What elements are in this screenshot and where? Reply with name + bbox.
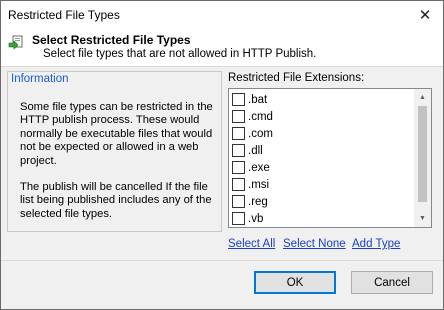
extension-label: .msi bbox=[248, 178, 270, 191]
scrollbar-thumb[interactable] bbox=[418, 106, 427, 202]
ok-button-label: OK bbox=[286, 276, 304, 289]
extension-label: .dll bbox=[248, 144, 263, 157]
select-none-link[interactable]: Select None bbox=[283, 238, 346, 250]
chevron-up-icon: ▲ bbox=[419, 94, 426, 101]
header-subtitle: Select file types that are not allowed i… bbox=[43, 48, 317, 60]
extension-checkbox[interactable] bbox=[232, 93, 245, 106]
close-icon: ✕ bbox=[418, 7, 432, 24]
scroll-down-button[interactable]: ▼ bbox=[414, 210, 431, 227]
ok-button[interactable]: OK bbox=[254, 271, 336, 294]
extension-item-cmd[interactable]: .cmd bbox=[232, 108, 412, 125]
information-paragraph-1: Some file types can be restricted in the… bbox=[20, 101, 213, 167]
extension-item-dll[interactable]: .dll bbox=[232, 142, 412, 159]
extension-label: .com bbox=[248, 127, 273, 140]
add-type-link[interactable]: Add Type bbox=[352, 238, 400, 250]
extension-checkbox[interactable] bbox=[232, 195, 245, 208]
window-title: Restricted File Types bbox=[8, 8, 120, 22]
extension-item-com[interactable]: .com bbox=[232, 125, 412, 142]
vertical-scrollbar[interactable]: ▲ ▼ bbox=[414, 89, 431, 227]
extension-checkbox[interactable] bbox=[232, 144, 245, 157]
extension-label: .vb bbox=[248, 212, 264, 225]
information-group: Information Some file types can be restr… bbox=[7, 71, 222, 232]
extension-label: .bat bbox=[248, 93, 268, 106]
extension-checkbox[interactable] bbox=[232, 212, 245, 225]
scroll-up-button[interactable]: ▲ bbox=[414, 89, 431, 106]
extension-item-msi[interactable]: .msi bbox=[232, 176, 412, 193]
extension-item-exe[interactable]: .exe bbox=[232, 159, 412, 176]
information-legend: Information bbox=[11, 73, 69, 85]
chevron-down-icon: ▼ bbox=[419, 215, 426, 222]
restricted-files-icon bbox=[8, 35, 23, 50]
cancel-button-label: Cancel bbox=[374, 276, 410, 289]
header-title: Select Restricted File Types bbox=[32, 33, 191, 47]
information-paragraph-2: The publish will be cancelled If the fil… bbox=[20, 181, 212, 220]
extension-checkbox[interactable] bbox=[232, 110, 245, 123]
extension-checkbox[interactable] bbox=[232, 161, 245, 174]
extension-label: .reg bbox=[248, 195, 268, 208]
select-all-link[interactable]: Select All bbox=[228, 238, 275, 250]
extension-checkbox[interactable] bbox=[232, 178, 245, 191]
cancel-button[interactable]: Cancel bbox=[351, 271, 433, 294]
dialog-header: Select Restricted File Types Select file… bbox=[1, 30, 443, 67]
information-text: Some file types can be restricted in the… bbox=[20, 101, 220, 221]
extension-item-vb[interactable]: .vb bbox=[232, 210, 412, 227]
extension-item-bat[interactable]: .bat bbox=[232, 91, 412, 108]
footer-divider bbox=[1, 260, 443, 261]
extensions-list[interactable]: .bat .cmd .com .dll .exe .msi .reg .vb ▲… bbox=[228, 88, 432, 228]
extensions-label: Restricted File Extensions: bbox=[228, 72, 365, 84]
dialog-window: Restricted File Types ✕ Select Restricte… bbox=[0, 0, 444, 310]
close-button[interactable]: ✕ bbox=[415, 5, 435, 25]
extension-label: .cmd bbox=[248, 110, 273, 123]
extension-label: .exe bbox=[248, 161, 270, 174]
extension-checkbox[interactable] bbox=[232, 127, 245, 140]
extension-item-reg[interactable]: .reg bbox=[232, 193, 412, 210]
title-bar: Restricted File Types ✕ bbox=[1, 1, 443, 30]
